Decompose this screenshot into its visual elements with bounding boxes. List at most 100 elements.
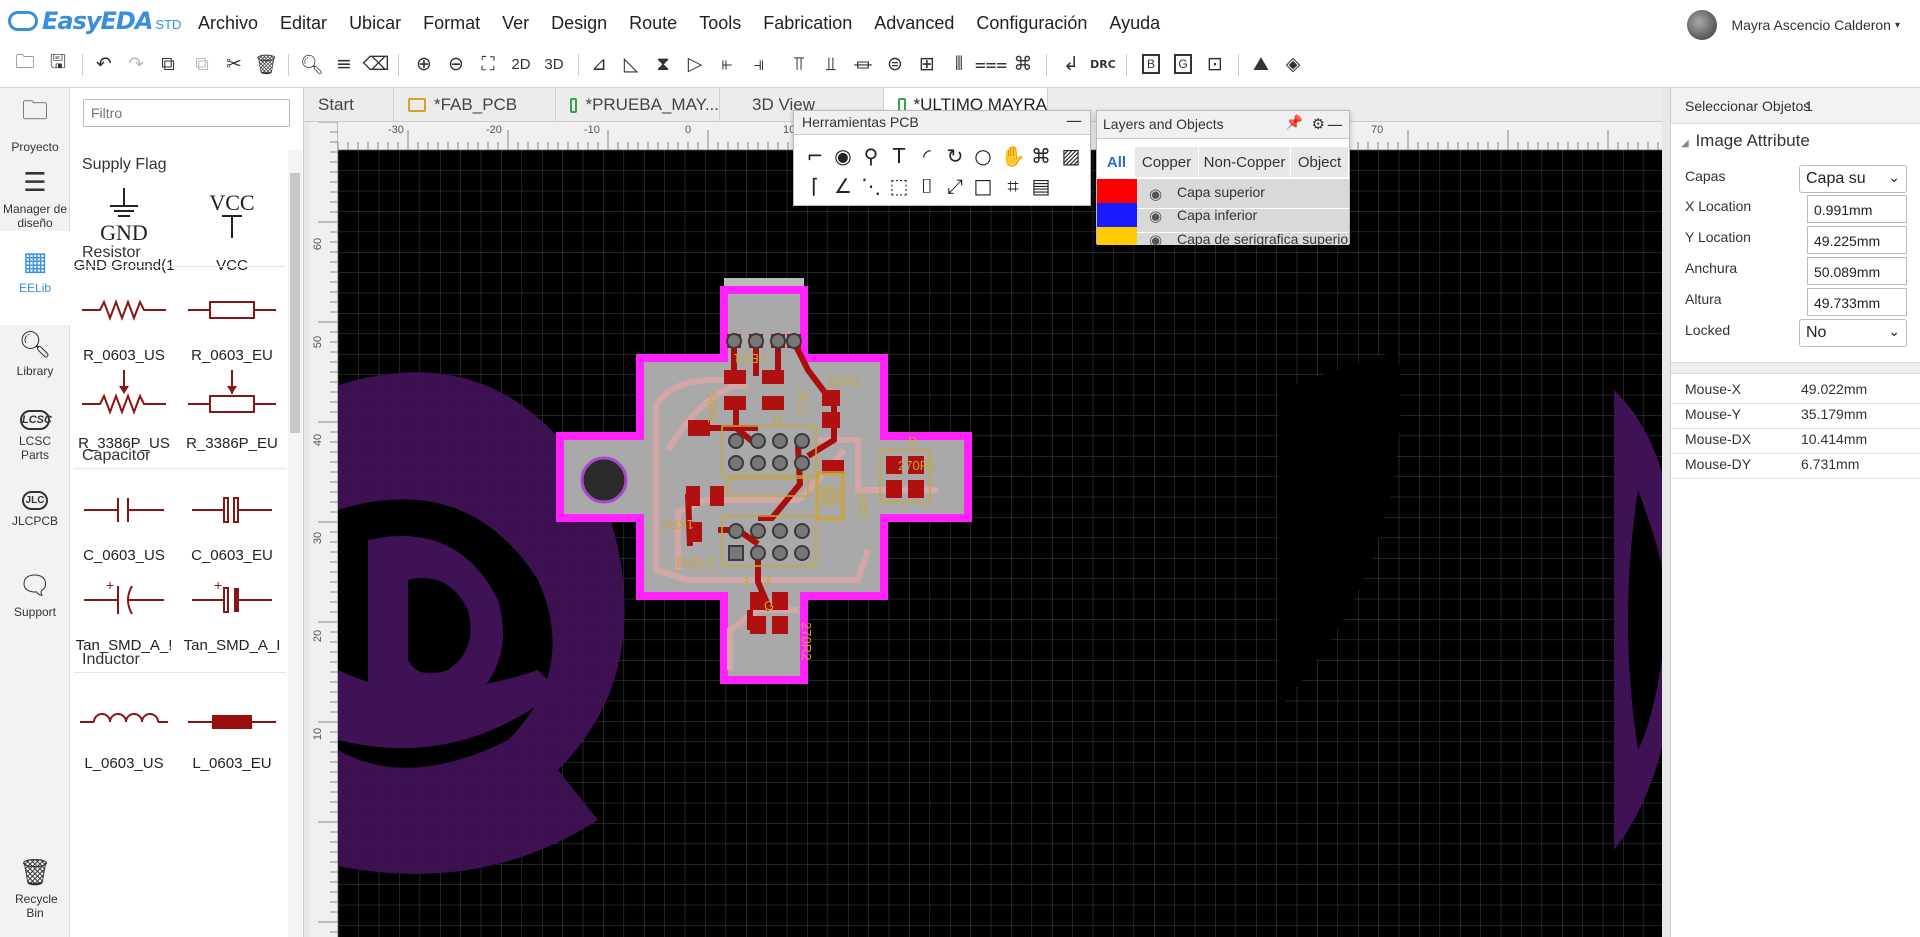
height-input[interactable]: 49.733mm <box>1807 288 1907 316</box>
lib-item-gnd[interactable]: GND GND Ground(1 <box>70 180 178 280</box>
category-header-capacitor[interactable]: Capacitor <box>82 447 150 465</box>
group-icon[interactable]: ⌘ <box>1009 50 1037 78</box>
user-menu[interactable]: Mayra Ascencio Calderon ▾ <box>1687 10 1900 40</box>
nav-support[interactable]: 🗨 Support <box>0 571 70 621</box>
copy-icon[interactable]: ⧉ <box>154 50 182 78</box>
pcb-tools-header[interactable]: Herramientas PCB — <box>794 111 1090 135</box>
bom-button[interactable]: B <box>1142 54 1160 74</box>
tab-layers-non-copper[interactable]: Non-Copper <box>1199 147 1291 177</box>
menu-item-route[interactable]: Route <box>629 13 677 34</box>
menu-item-ubicar[interactable]: Ubicar <box>349 13 401 34</box>
pan-hand-icon[interactable]: ✋ <box>998 141 1028 171</box>
library-scrollbar-thumb[interactable] <box>290 173 300 433</box>
layer-row-silkscreen[interactable]: ◉ Capa de serigrafica superior <box>1097 227 1349 245</box>
lib-item-vcc[interactable]: VCC VCC <box>178 180 286 280</box>
layer-color-swatch[interactable] <box>1097 227 1137 245</box>
nav-jlcpcb[interactable]: JLC JLCPCB <box>0 491 70 541</box>
gerber-button[interactable]: G <box>1174 54 1192 74</box>
tab-layers-object[interactable]: Object <box>1291 147 1349 177</box>
right-panel-collapse-handle[interactable] <box>1662 88 1670 937</box>
align-bottom-icon[interactable]: ⫫ <box>817 50 845 78</box>
arc-center-tool-icon[interactable]: ↻ <box>940 141 970 171</box>
flip-horizontal-icon[interactable]: ⧗ <box>649 50 677 78</box>
align-center-v-icon[interactable]: ⏛ <box>849 50 877 78</box>
lib-item-l-0603-eu[interactable]: L_0603_EU <box>178 678 286 778</box>
minimize-icon[interactable]: — <box>1066 111 1082 130</box>
text-tool-icon[interactable]: T <box>884 141 914 171</box>
nav-proyecto[interactable]: 🗀 Proyecto <box>0 90 70 154</box>
zoom-fit-icon[interactable]: ⛶ <box>474 50 502 78</box>
category-header-resistor[interactable]: Resistor <box>82 244 141 262</box>
menu-item-ayuda[interactable]: Ayuda <box>1109 13 1160 34</box>
align-center-h-icon[interactable]: ⊜ <box>881 50 909 78</box>
minimize-icon[interactable]: — <box>1327 115 1343 134</box>
view-3d-button[interactable]: 3D <box>540 50 568 78</box>
lib-item-tan-smd-a-eu[interactable]: + Tan_SMD_A_I <box>178 560 286 660</box>
pin-icon[interactable]: 📌 <box>1286 115 1303 131</box>
camera-icon[interactable]: ⊡ <box>1201 50 1229 78</box>
tab-layers-copper[interactable]: Copper <box>1135 147 1199 177</box>
lib-item-r-3386p-eu[interactable]: R_3386P_EU <box>178 358 286 458</box>
nav-recycle-bin[interactable]: 🗑 Recycle Bin <box>0 858 70 928</box>
canvas-origin-icon[interactable]: ⌗ <box>998 171 1028 201</box>
rotate-right-icon[interactable]: ◺ <box>617 50 645 78</box>
view-2d-button[interactable]: 2D <box>507 50 535 78</box>
lib-item-tan-smd-a-us[interactable]: + Tan_SMD_A_! <box>70 560 178 660</box>
align-grid-icon[interactable]: ⊞ <box>913 50 941 78</box>
app-logo[interactable]: EasyEDA STD <box>8 7 181 35</box>
undo-icon[interactable]: ↶ <box>90 50 118 78</box>
lib-item-c-0603-eu[interactable]: C_0603_EU <box>178 470 286 570</box>
menu-item-archivo[interactable]: Archivo <box>198 13 258 34</box>
menu-item-design[interactable]: Design <box>551 13 607 34</box>
polygon-tool-icon[interactable]: ⌷ <box>912 171 942 201</box>
find-similar-icon[interactable]: ≡ <box>330 50 358 78</box>
pcb-canvas[interactable]: LED1 50R2 5C1 1KR1 J1 R 270R1 1KR2 BOT 2… <box>338 150 1662 937</box>
eye-icon[interactable]: ◉ <box>1149 185 1162 203</box>
tab-prueba-mayra[interactable]: *PRUEBA_MAY... <box>556 88 720 122</box>
eye-icon[interactable]: ◉ <box>1149 231 1162 245</box>
solid-region-icon[interactable]: ⬚ <box>884 171 914 201</box>
photo-view-icon[interactable]: ▤ <box>1026 171 1056 201</box>
tab-layers-all[interactable]: All <box>1099 147 1135 177</box>
dimension-tool-icon[interactable]: ∠ <box>828 171 858 201</box>
via-tool-icon[interactable]: ⚲ <box>856 141 886 171</box>
flip-vertical-icon[interactable]: ▷ <box>681 50 709 78</box>
redo-icon[interactable]: ↷ <box>122 50 150 78</box>
layer-color-swatch[interactable] <box>1097 203 1137 227</box>
cut-icon[interactable]: ✂ <box>220 50 248 78</box>
menu-item-editar[interactable]: Editar <box>280 13 327 34</box>
gear-icon[interactable]: ⚙ <box>1312 115 1325 133</box>
eye-icon[interactable]: ◉ <box>1149 207 1162 225</box>
track-tool-icon[interactable]: ⌐ <box>800 141 830 171</box>
lib-item-r-3386p-us[interactable]: R_3386P_US <box>70 358 178 458</box>
delete-icon[interactable]: 🗑 <box>252 50 280 78</box>
zoom-out-icon[interactable]: ⊖ <box>442 50 470 78</box>
align-left-icon[interactable]: ⫦ <box>713 50 741 78</box>
nav-library[interactable]: 🔍︎ Library <box>0 330 70 388</box>
nav-eelib[interactable]: ▦ EELib <box>0 231 70 325</box>
line-tool-icon[interactable]: ⋱ <box>856 171 886 201</box>
category-header-inductor[interactable]: Inductor <box>82 651 140 669</box>
category-header-supply-flag[interactable]: Supply Flag <box>82 156 167 174</box>
layers-header[interactable]: Layers and Objects 📌 ⚙ — <box>1097 111 1349 139</box>
distribute-h-icon[interactable]: ⫴ <box>945 50 973 78</box>
lib-item-r-0603-us[interactable]: R_0603_US <box>70 270 178 370</box>
image-tool-icon[interactable]: ▨ <box>1056 141 1086 171</box>
eraser-icon[interactable]: ⌫ <box>362 50 390 78</box>
menu-item-format[interactable]: Format <box>423 13 480 34</box>
layers-icon[interactable]: ◈ <box>1279 50 1307 78</box>
copper-area-icon[interactable]: ⌈ <box>800 171 830 201</box>
rotate-left-icon[interactable]: ⊿ <box>585 50 613 78</box>
route-icon[interactable]: ↲ <box>1057 50 1085 78</box>
search-icon[interactable]: 🔍︎ <box>298 50 326 78</box>
arc-tool-icon[interactable]: ◜ <box>912 141 942 171</box>
align-top-icon[interactable]: ⫪ <box>785 50 813 78</box>
lib-item-r-0603-eu[interactable]: R_0603_EU <box>178 270 286 370</box>
menu-item-fabrication[interactable]: Fabrication <box>763 13 852 34</box>
pad-tool-icon[interactable]: ◉ <box>828 141 858 171</box>
align-right-icon[interactable]: ⫣ <box>745 50 773 78</box>
filter-input[interactable] <box>83 99 290 127</box>
menu-item-ver[interactable]: Ver <box>502 13 529 34</box>
x-location-input[interactable]: 0.991mm <box>1807 195 1907 223</box>
section-header[interactable]: ◢ Image Attribute <box>1671 124 1920 158</box>
